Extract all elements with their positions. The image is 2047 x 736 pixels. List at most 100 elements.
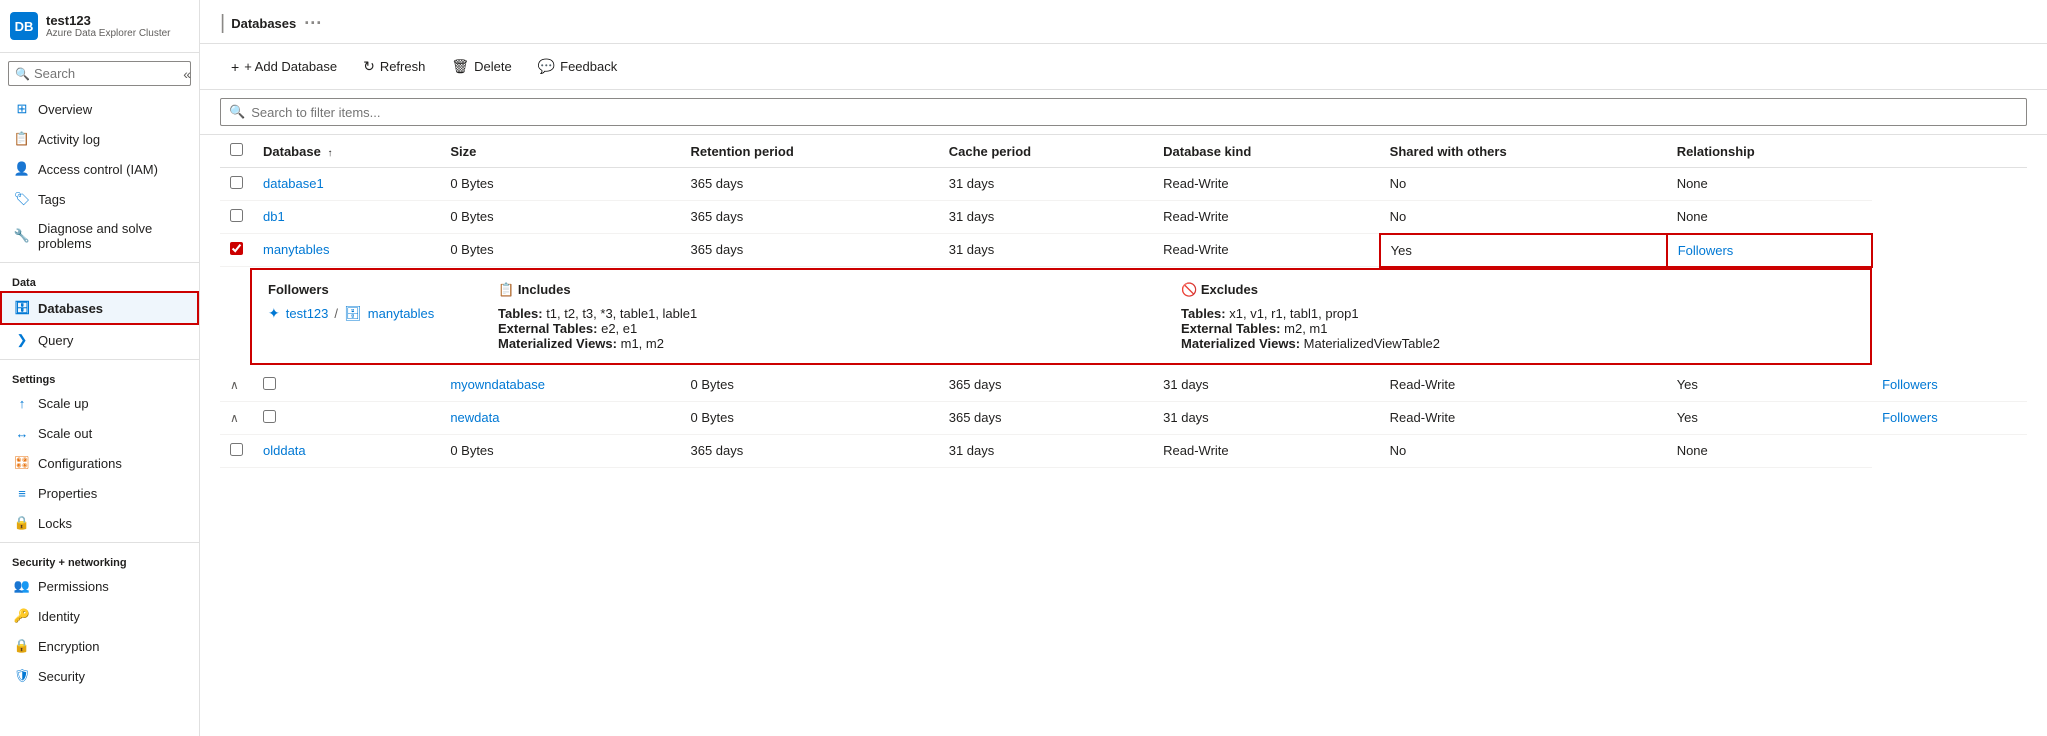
page-title: Databases ··· [231, 13, 322, 34]
delete-button[interactable]: 🗑 Delete [440, 52, 522, 81]
database-cell: db1 [253, 201, 440, 234]
collapse-button[interactable]: « [183, 66, 191, 82]
row-checkbox[interactable] [263, 377, 276, 390]
sidebar-item-activity-log[interactable]: 📋 Activity log [0, 124, 199, 154]
encryption-icon: 🔒 [14, 638, 30, 654]
databases-icon: 🗄 [14, 300, 30, 316]
databases-table: Database ↑ Size Retention period Cache p… [220, 135, 2027, 468]
separator: / [334, 306, 338, 321]
cache-cell: 31 days [939, 434, 1153, 467]
database-column-header[interactable]: Database ↑ [253, 135, 440, 168]
settings-divider [0, 359, 199, 360]
sidebar-item-configurations[interactable]: 🎛 Configurations [0, 448, 199, 478]
sidebar-item-databases[interactable]: 🗄 Databases [0, 291, 199, 325]
excludes-materialized-views: Materialized Views: MaterializedViewTabl… [1181, 336, 1854, 351]
table-row: ∧ newdata 0 Bytes 365 days 31 days Read-… [220, 401, 2027, 434]
refresh-icon: ↻ [363, 58, 375, 75]
row-checkbox[interactable] [263, 410, 276, 423]
configurations-icon: 🎛 [14, 455, 30, 471]
cache-column-header[interactable]: Cache period [939, 135, 1153, 168]
relationship-cell: None [1667, 168, 1872, 201]
database-link[interactable]: db1 [263, 209, 285, 224]
sidebar-search-input[interactable] [34, 66, 184, 81]
followers-column: Followers ✦ test123 / 🗄 manytables [268, 282, 488, 351]
shared-column-header[interactable]: Shared with others [1380, 135, 1667, 168]
select-all-header[interactable] [220, 135, 253, 168]
refresh-button[interactable]: ↻ Refresh [352, 52, 436, 81]
size-cell: 0 Bytes [440, 168, 680, 201]
sidebar-item-overview[interactable]: ⊞ Overview [0, 94, 199, 124]
row-checkbox[interactable] [230, 242, 243, 255]
identity-icon: 🔑 [14, 608, 30, 624]
database-cell: newdata [440, 401, 680, 434]
settings-section-label: Settings [0, 364, 199, 388]
scale-up-icon: ↑ [14, 395, 30, 411]
sidebar-item-identity[interactable]: 🔑 Identity [0, 601, 199, 631]
sidebar-item-diagnose[interactable]: 🔧 Diagnose and solve problems [0, 214, 199, 258]
size-column-header[interactable]: Size [440, 135, 680, 168]
followers-link[interactable]: Followers [1882, 377, 1938, 392]
row-checkbox[interactable] [230, 209, 243, 222]
table-header-row: Database ↑ Size Retention period Cache p… [220, 135, 2027, 168]
row-checkbox[interactable] [230, 176, 243, 189]
toolbar: + + Add Database ↻ Refresh 🗑 Delete 💬 Fe… [200, 44, 2047, 90]
collapse-arrow[interactable]: ∧ [230, 411, 239, 425]
kind-cell: Read-Write [1153, 201, 1380, 234]
sidebar-header: DB test123 Azure Data Explorer Cluster [0, 0, 199, 53]
sidebar-item-scale-up[interactable]: ↑ Scale up [0, 388, 199, 418]
relationship-cell: None [1667, 201, 1872, 234]
cache-cell: 31 days [1153, 369, 1380, 402]
shared-cell: Yes [1380, 234, 1667, 267]
sidebar-item-properties[interactable]: ≡ Properties [0, 478, 199, 508]
retention-cell: 365 days [939, 401, 1153, 434]
database-link[interactable]: newdata [450, 410, 499, 425]
security-divider [0, 542, 199, 543]
add-database-button[interactable]: + + Add Database [220, 53, 348, 81]
search-bar-icon: 🔍 [229, 104, 245, 120]
search-input[interactable] [251, 105, 2018, 120]
sidebar-item-query[interactable]: ❯ Query [0, 325, 199, 355]
shared-cell: No [1380, 168, 1667, 201]
row-checkbox[interactable] [230, 443, 243, 456]
collapse-arrow[interactable]: ∧ [230, 378, 239, 392]
select-all-checkbox[interactable] [230, 143, 243, 156]
search-icon: 🔍 [15, 67, 30, 81]
page-options-button[interactable]: ··· [304, 13, 322, 34]
expand-cell[interactable]: ∧ [220, 401, 253, 434]
sidebar-item-security[interactable]: 🛡 Security [0, 661, 199, 691]
properties-icon: ≡ [14, 485, 30, 501]
relationship-cell: None [1667, 434, 1872, 467]
size-cell: 0 Bytes [681, 401, 939, 434]
includes-external-tables: External Tables: e2, e1 [498, 321, 1171, 336]
database-link[interactable]: manytables [263, 242, 329, 257]
feedback-icon: 💬 [538, 58, 555, 75]
database-link[interactable]: myowndatabase [450, 377, 545, 392]
sidebar-item-tags[interactable]: 🏷 Tags [0, 184, 199, 214]
database-link[interactable]: olddata [263, 443, 306, 458]
sidebar-item-access-control[interactable]: 👤 Access control (IAM) [0, 154, 199, 184]
cluster-link[interactable]: test123 [286, 306, 329, 321]
search-bar[interactable]: 🔍 [220, 98, 2027, 126]
database-link[interactable]: database1 [263, 176, 324, 191]
sidebar-item-locks[interactable]: 🔒 Locks [0, 508, 199, 538]
follower-cluster-row: ✦ test123 / 🗄 manytables [268, 305, 488, 322]
retention-column-header[interactable]: Retention period [681, 135, 939, 168]
feedback-button[interactable]: 💬 Feedback [527, 52, 629, 81]
kind-column-header[interactable]: Database kind [1153, 135, 1380, 168]
excludes-title: 🚫 Excludes [1181, 282, 1854, 298]
sidebar-cluster-name: test123 [46, 13, 171, 29]
db-link[interactable]: manytables [368, 306, 434, 321]
sidebar-search-box[interactable]: 🔍 « [8, 61, 191, 86]
security-section-label: Security + networking [0, 547, 199, 571]
expand-cell[interactable]: ∧ [220, 369, 253, 402]
data-divider [0, 262, 199, 263]
relationship-column-header[interactable]: Relationship [1667, 135, 1872, 168]
followers-link[interactable]: Followers [1882, 410, 1938, 425]
sidebar-item-encryption[interactable]: 🔒 Encryption [0, 631, 199, 661]
relationship-cell: Followers [1872, 401, 2027, 434]
sidebar-item-scale-out[interactable]: ↔ Scale out [0, 418, 199, 448]
retention-cell: 365 days [681, 434, 939, 467]
sidebar: DB test123 Azure Data Explorer Cluster 🔍… [0, 0, 200, 736]
followers-link[interactable]: Followers [1678, 243, 1734, 258]
sidebar-item-permissions[interactable]: 👥 Permissions [0, 571, 199, 601]
